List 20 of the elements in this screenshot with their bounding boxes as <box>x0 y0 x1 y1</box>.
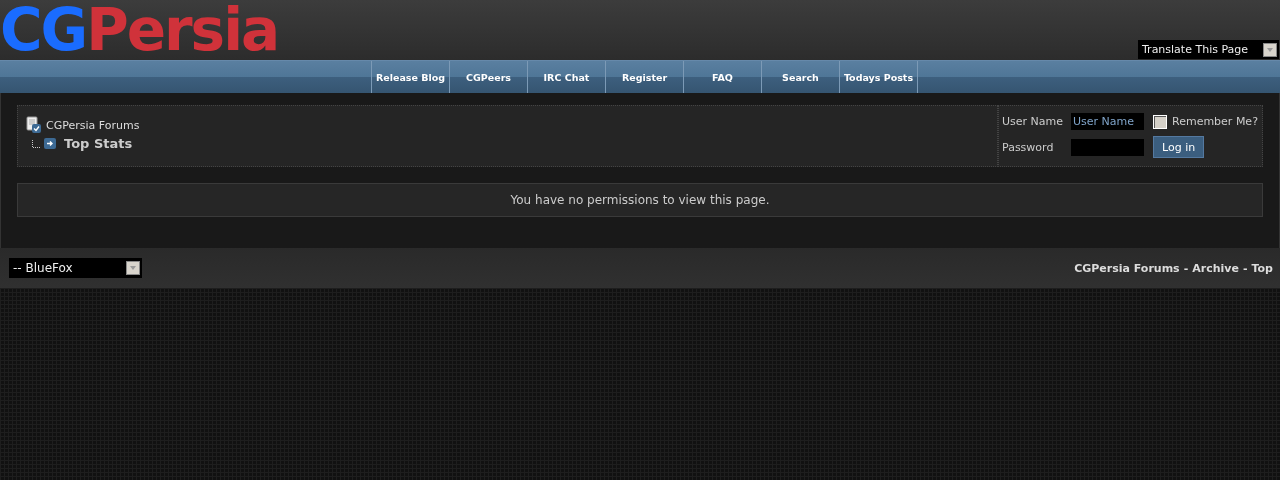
footer-link[interactable]: Archive <box>1192 261 1239 275</box>
style-select[interactable]: -- BlueFox <box>9 258 142 278</box>
arrow-icon <box>44 138 56 149</box>
forum-document-icon <box>26 116 42 134</box>
password-label: Password <box>1002 140 1055 154</box>
footer-link[interactable]: Top <box>1251 261 1273 275</box>
login-button[interactable]: Log in <box>1153 136 1205 158</box>
permission-message: You have no permissions to view this page. <box>510 193 770 207</box>
link-separator: - <box>1183 261 1189 275</box>
remember-checkbox[interactable] <box>1153 114 1167 129</box>
page-title: Top Stats <box>64 136 133 151</box>
translate-select[interactable]: Translate This Page <box>1138 40 1279 59</box>
username-field[interactable]: User Name <box>1071 113 1144 130</box>
remember-label: Remember Me? <box>1172 115 1258 128</box>
breadcrumb-link[interactable]: CGPersia Forums <box>46 118 140 132</box>
password-field[interactable] <box>1071 138 1144 156</box>
tree-connector-icon <box>32 139 40 148</box>
username-label: User Name <box>1002 115 1065 128</box>
link-separator: - <box>1242 261 1248 275</box>
footer-link[interactable]: CGPersia Forums <box>1074 261 1180 275</box>
